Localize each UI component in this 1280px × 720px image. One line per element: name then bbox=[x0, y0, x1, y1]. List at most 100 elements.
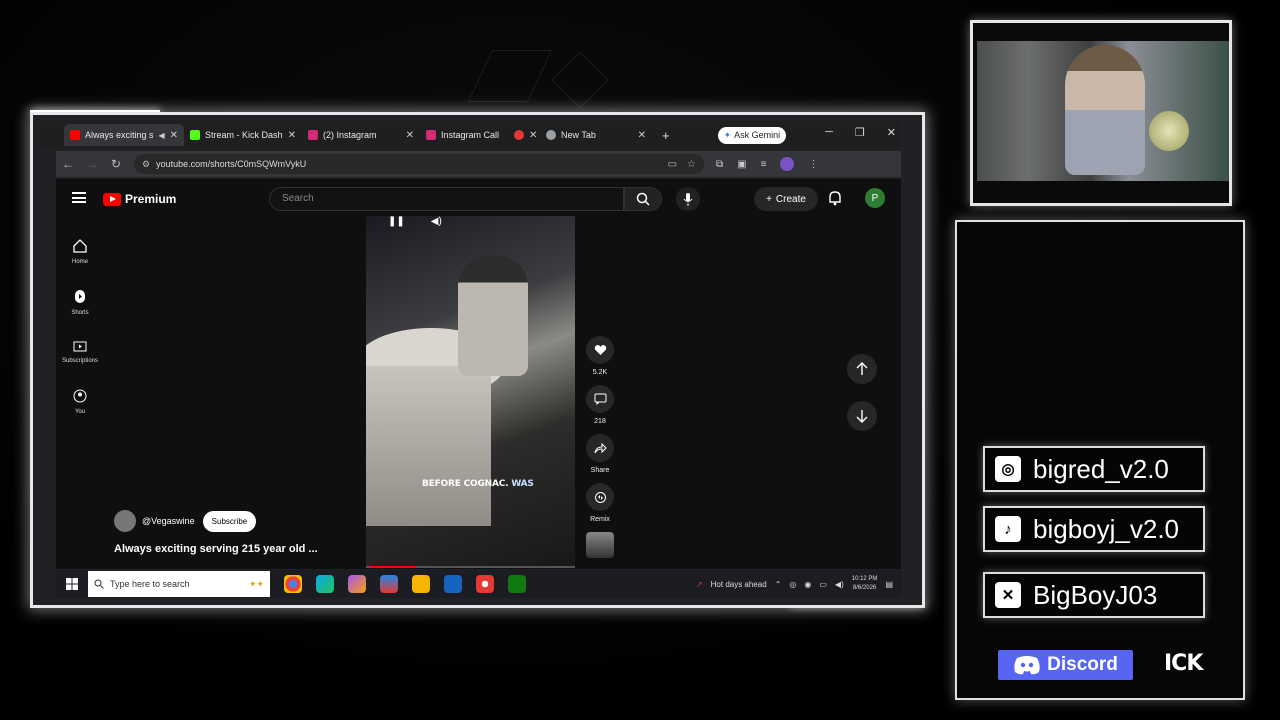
network-icon[interactable]: ▭ bbox=[819, 580, 827, 589]
tab-youtube[interactable]: Always exciting s ◀ ✕ bbox=[64, 124, 184, 146]
create-button[interactable]: + Create bbox=[754, 187, 818, 211]
hamburger-menu-icon[interactable] bbox=[72, 192, 86, 203]
discord-badge: Discord bbox=[998, 650, 1133, 680]
video-progress-bar[interactable] bbox=[366, 566, 575, 568]
window-controls: ─ ❐ ✕ bbox=[825, 126, 896, 139]
store-icon[interactable] bbox=[444, 575, 462, 593]
restore-icon[interactable]: ❐ bbox=[855, 126, 865, 139]
sidebar-item-home[interactable]: Home bbox=[56, 227, 104, 277]
url-bar-actions: ▭ ☆ bbox=[668, 159, 704, 170]
video-title[interactable]: Always exciting serving 215 year old ... bbox=[114, 543, 318, 555]
tab-title: Instagram Call bbox=[441, 130, 500, 140]
previous-short-button[interactable] bbox=[847, 354, 877, 384]
sidebar-item-subscriptions[interactable]: Subscriptions bbox=[56, 327, 104, 377]
sidebar-label: Shorts bbox=[71, 309, 89, 316]
social-handle: BigBoyJ03 bbox=[1033, 579, 1158, 610]
browser-window: Always exciting s ◀ ✕ Stream - Kick Dash… bbox=[30, 112, 925, 608]
account-avatar[interactable]: P bbox=[865, 188, 885, 208]
remix-action[interactable]: Remix bbox=[583, 483, 617, 523]
edge-icon[interactable] bbox=[316, 575, 334, 593]
close-tab-icon[interactable]: ✕ bbox=[638, 130, 646, 141]
share-action[interactable]: Share bbox=[583, 434, 617, 474]
social-instagram: ◎ bigred_v2.0 bbox=[983, 446, 1205, 492]
extensions-icon[interactable]: ⧉ bbox=[716, 159, 723, 170]
tray-chevron-icon[interactable]: ⌃ bbox=[775, 580, 782, 589]
tab-new-tab[interactable]: New Tab ✕ bbox=[540, 124, 652, 146]
close-tab-icon[interactable]: ✕ bbox=[529, 130, 537, 141]
share-label: Share bbox=[590, 467, 610, 474]
like-action[interactable]: 5.2K bbox=[583, 336, 617, 376]
tray-app-icon[interactable]: ◉ bbox=[804, 580, 811, 589]
channel-name[interactable]: @Vegaswine bbox=[142, 516, 195, 526]
pause-icon[interactable]: ❚❚ bbox=[388, 216, 405, 227]
tab-instagram-call[interactable]: Instagram Call bbox=[420, 124, 508, 146]
mail-icon[interactable] bbox=[380, 575, 398, 593]
volume-icon[interactable]: ◀) bbox=[431, 216, 442, 227]
site-info-icon[interactable]: ⚙ bbox=[142, 159, 150, 170]
sidebar-item-shorts[interactable]: Shorts bbox=[56, 277, 104, 327]
arrow-down-icon bbox=[856, 410, 868, 423]
close-tab-icon[interactable]: ✕ bbox=[170, 130, 178, 141]
x-icon: ✕ bbox=[995, 582, 1021, 608]
notifications-button[interactable] bbox=[828, 190, 842, 211]
start-button[interactable] bbox=[56, 578, 88, 590]
sparkle-icon: ✦ bbox=[723, 129, 732, 140]
discord-icon bbox=[1014, 656, 1040, 675]
reading-list-icon[interactable]: ≡ bbox=[761, 159, 767, 170]
ask-gemini-button[interactable]: ✦ Ask Gemini bbox=[717, 126, 787, 144]
obs-icon[interactable] bbox=[476, 575, 494, 593]
back-icon[interactable]: ← bbox=[56, 157, 80, 171]
sidebar-label: Home bbox=[71, 259, 88, 265]
tab-recording[interactable]: ✕ bbox=[508, 124, 540, 146]
bell-icon bbox=[829, 191, 841, 206]
tab-instagram[interactable]: (2) Instagram ✕ bbox=[302, 124, 420, 146]
voice-search-button[interactable] bbox=[676, 187, 700, 211]
comment-icon bbox=[594, 393, 606, 405]
cast-icon[interactable]: ▭ bbox=[668, 159, 677, 170]
instagram-favicon-icon bbox=[308, 130, 318, 140]
tab-title: Always exciting s bbox=[85, 130, 154, 140]
tab-kick[interactable]: Stream - Kick Dashbo ✕ bbox=[184, 124, 302, 146]
xbox-icon[interactable] bbox=[508, 575, 526, 593]
youtube-premium-logo[interactable]: Premium bbox=[103, 192, 176, 206]
subscribe-button[interactable]: Subscribe bbox=[202, 510, 257, 532]
sound-thumbnail[interactable] bbox=[586, 532, 614, 558]
notifications-icon[interactable]: ▤ bbox=[885, 580, 893, 589]
channel-avatar[interactable] bbox=[114, 510, 136, 532]
close-tab-icon[interactable]: ✕ bbox=[288, 130, 296, 141]
speaker-icon[interactable]: ◀ bbox=[158, 131, 164, 140]
url-bar[interactable]: ⚙ youtube.com/shorts/C0mSQWmVykU ▭ ☆ bbox=[134, 154, 704, 174]
search-button[interactable] bbox=[624, 187, 662, 211]
split-view-icon[interactable]: ▣ bbox=[737, 159, 746, 170]
taskbar-search-input[interactable]: Type here to search ✦✦ bbox=[88, 571, 270, 597]
menu-kebab-icon[interactable]: ⋮ bbox=[808, 159, 818, 170]
microphone-icon bbox=[683, 192, 693, 206]
tiktok-icon: ♪ bbox=[995, 516, 1021, 542]
new-tab-button[interactable]: + bbox=[662, 128, 670, 143]
forward-icon[interactable]: → bbox=[80, 157, 104, 171]
chrome-icon[interactable] bbox=[284, 575, 302, 593]
reload-icon[interactable]: ↻ bbox=[104, 157, 128, 171]
next-short-button[interactable] bbox=[847, 401, 877, 431]
close-window-icon[interactable]: ✕ bbox=[887, 126, 896, 139]
volume-icon[interactable]: ◀) bbox=[835, 580, 844, 589]
tab-strip: Always exciting s ◀ ✕ Stream - Kick Dash… bbox=[39, 121, 900, 149]
copilot-icon[interactable] bbox=[348, 575, 366, 593]
tray-app-icon[interactable]: ◎ bbox=[789, 580, 796, 589]
clock[interactable]: 10:12 PM 8/6/2026 bbox=[852, 575, 878, 593]
comment-action[interactable]: 218 bbox=[583, 385, 617, 425]
bookmark-star-icon[interactable]: ☆ bbox=[687, 159, 696, 170]
sidebar-label: Subscriptions bbox=[61, 358, 99, 364]
weather-text[interactable]: Hot days ahead bbox=[711, 580, 767, 589]
shorts-video-player[interactable]: ❚❚ ◀) BEFORE COGNAC. WAS bbox=[366, 216, 575, 568]
youtube-page: Premium Search + Create P Home Shorts Su… bbox=[56, 179, 901, 569]
file-explorer-icon[interactable] bbox=[412, 575, 430, 593]
hex-decoration bbox=[551, 51, 609, 109]
search-input[interactable]: Search bbox=[269, 187, 624, 211]
social-tiktok: ♪ bigboyj_v2.0 bbox=[983, 506, 1205, 552]
close-tab-icon[interactable]: ✕ bbox=[406, 130, 414, 141]
profile-icon[interactable] bbox=[780, 157, 795, 171]
minimize-icon[interactable]: ─ bbox=[825, 126, 833, 139]
windows-icon bbox=[66, 578, 78, 590]
sidebar-item-you[interactable]: You bbox=[56, 377, 104, 427]
